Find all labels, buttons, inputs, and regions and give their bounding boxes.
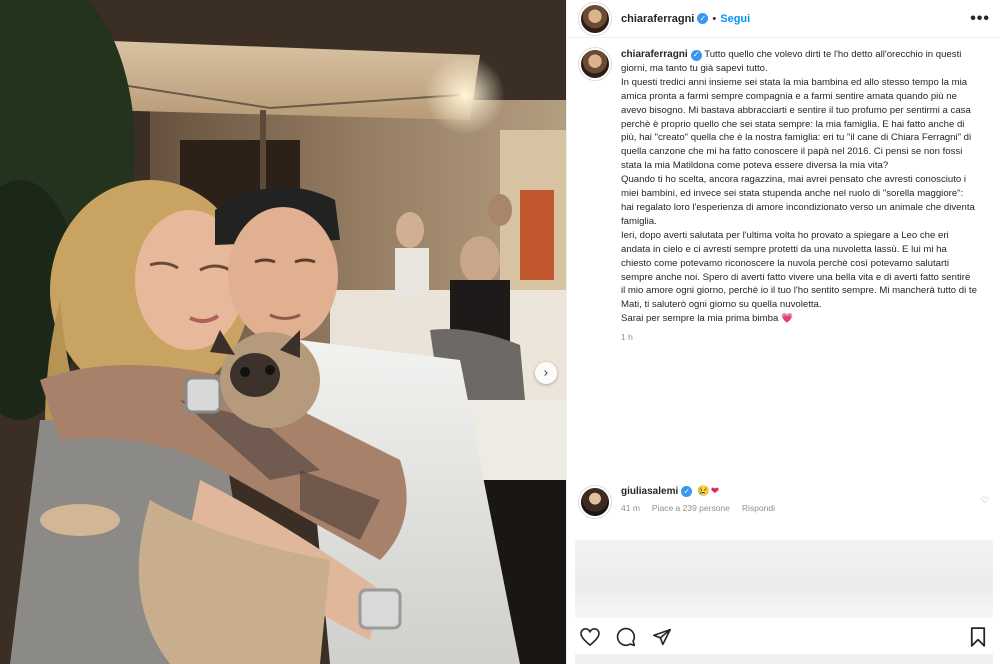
- post-actions-bar: [577, 624, 991, 650]
- comment-icon: [616, 627, 636, 647]
- comment-body: giuliasalemi ✓ 😢 ❤ 41 m Piace a 239 pers…: [621, 486, 981, 513]
- reply-button[interactable]: Rispondi: [742, 503, 775, 513]
- caption: chiaraferragni ✓ Tutto quello che volevo …: [567, 48, 1000, 345]
- crying-face-emoji-icon: 😢: [697, 486, 710, 497]
- caption-text: chiaraferragni ✓ Tutto quello che volevo …: [621, 48, 977, 326]
- verified-badge-icon: ✓: [690, 49, 702, 61]
- bottom-divider: [575, 654, 993, 664]
- author-avatar[interactable]: [579, 2, 611, 35]
- heart-icon: [580, 628, 600, 646]
- share-button[interactable]: [649, 624, 675, 650]
- verified-badge-icon: ✓: [681, 486, 693, 497]
- caption-author-username[interactable]: chiaraferragni: [621, 49, 688, 60]
- caption-closing-text: Sarai per sempre la mia prima bimba: [621, 313, 779, 325]
- share-icon: [652, 628, 671, 646]
- photo-illustration: [0, 0, 566, 664]
- more-options-icon[interactable]: •••: [970, 10, 990, 28]
- commenter-avatar[interactable]: [579, 486, 611, 518]
- save-button[interactable]: [965, 624, 991, 650]
- header-separator: •: [712, 12, 717, 25]
- comment-time: 41 m: [621, 503, 640, 513]
- caption-paragraph: chiaraferragni ✓ Tutto quello che volevo …: [621, 48, 977, 76]
- comment-line: giuliasalemi ✓ 😢 ❤: [621, 486, 981, 497]
- author-username[interactable]: chiaraferragni: [621, 13, 694, 25]
- blurred-content-placeholder: [575, 540, 993, 618]
- caption-paragraph: Ieri, dopo averti salutata per l'ultima …: [621, 229, 977, 311]
- caption-paragraph: Quando ti ho scelta, ancora ragazzina, m…: [621, 174, 975, 227]
- red-heart-emoji-icon: ❤: [710, 486, 720, 497]
- verified-badge-icon: ✓: [697, 13, 709, 24]
- caption-body: chiaraferragni ✓ Tutto quello che volevo …: [621, 48, 977, 345]
- comment-button[interactable]: [613, 624, 639, 650]
- comment-meta: 41 m Piace a 239 persone Rispondi: [621, 503, 981, 513]
- commenter-username[interactable]: giuliasalemi: [621, 486, 678, 497]
- post-header: chiaraferragni ✓ • Segui •••: [567, 0, 1000, 38]
- caption-paragraph: In questi tredici anni insieme sei stata…: [621, 76, 972, 172]
- like-button[interactable]: [577, 624, 603, 650]
- chevron-right-icon: ›: [543, 365, 549, 381]
- follow-button[interactable]: Segui: [720, 13, 750, 25]
- comment-likes-link[interactable]: Piace a 239 persone: [652, 503, 730, 513]
- comment-item: giuliasalemi ✓ 😢 ❤ 41 m Piace a 239 pers…: [579, 486, 989, 518]
- caption-author-avatar[interactable]: [579, 48, 611, 80]
- post-side-panel: chiaraferragni ✓ • Segui ••• chiaraferra…: [566, 0, 1000, 664]
- comment-like-heart-icon[interactable]: ♡: [981, 495, 989, 506]
- caption-time: 1 h: [621, 332, 633, 343]
- pink-heart-emoji-icon: 💗: [780, 313, 793, 325]
- post-photo: ›: [0, 0, 566, 664]
- caption-closing: Sarai per sempre la mia prima bimba 💗: [621, 312, 977, 326]
- bookmark-icon: [970, 627, 986, 647]
- carousel-next-button[interactable]: ›: [535, 362, 557, 384]
